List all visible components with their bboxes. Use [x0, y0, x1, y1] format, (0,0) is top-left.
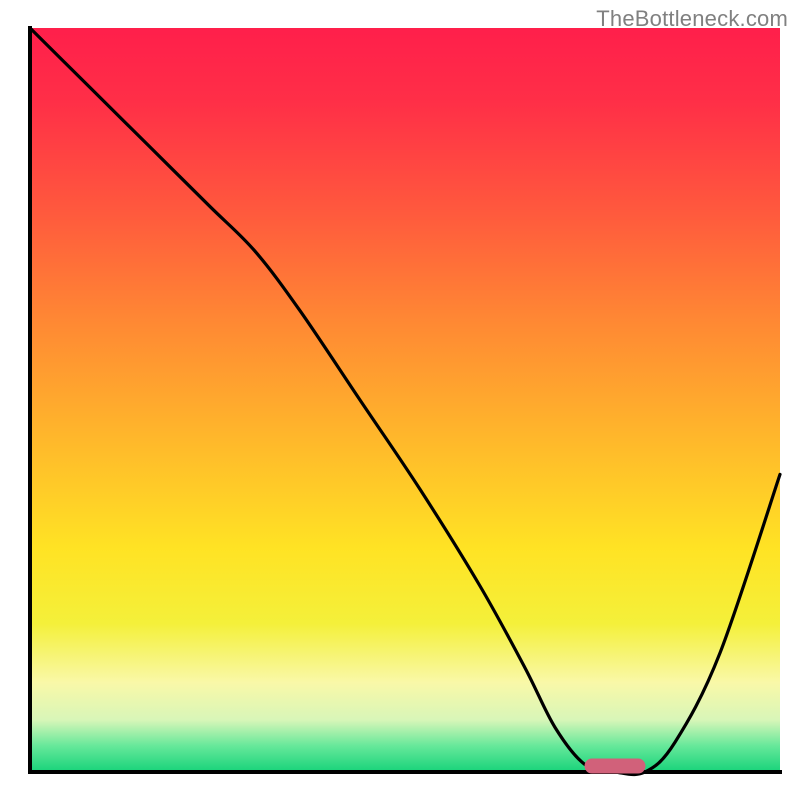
- bottleneck-curve-chart: [0, 0, 800, 800]
- optimal-range-marker: [585, 759, 645, 773]
- watermark-text: TheBottleneck.com: [596, 6, 788, 32]
- chart-container: TheBottleneck.com: [0, 0, 800, 800]
